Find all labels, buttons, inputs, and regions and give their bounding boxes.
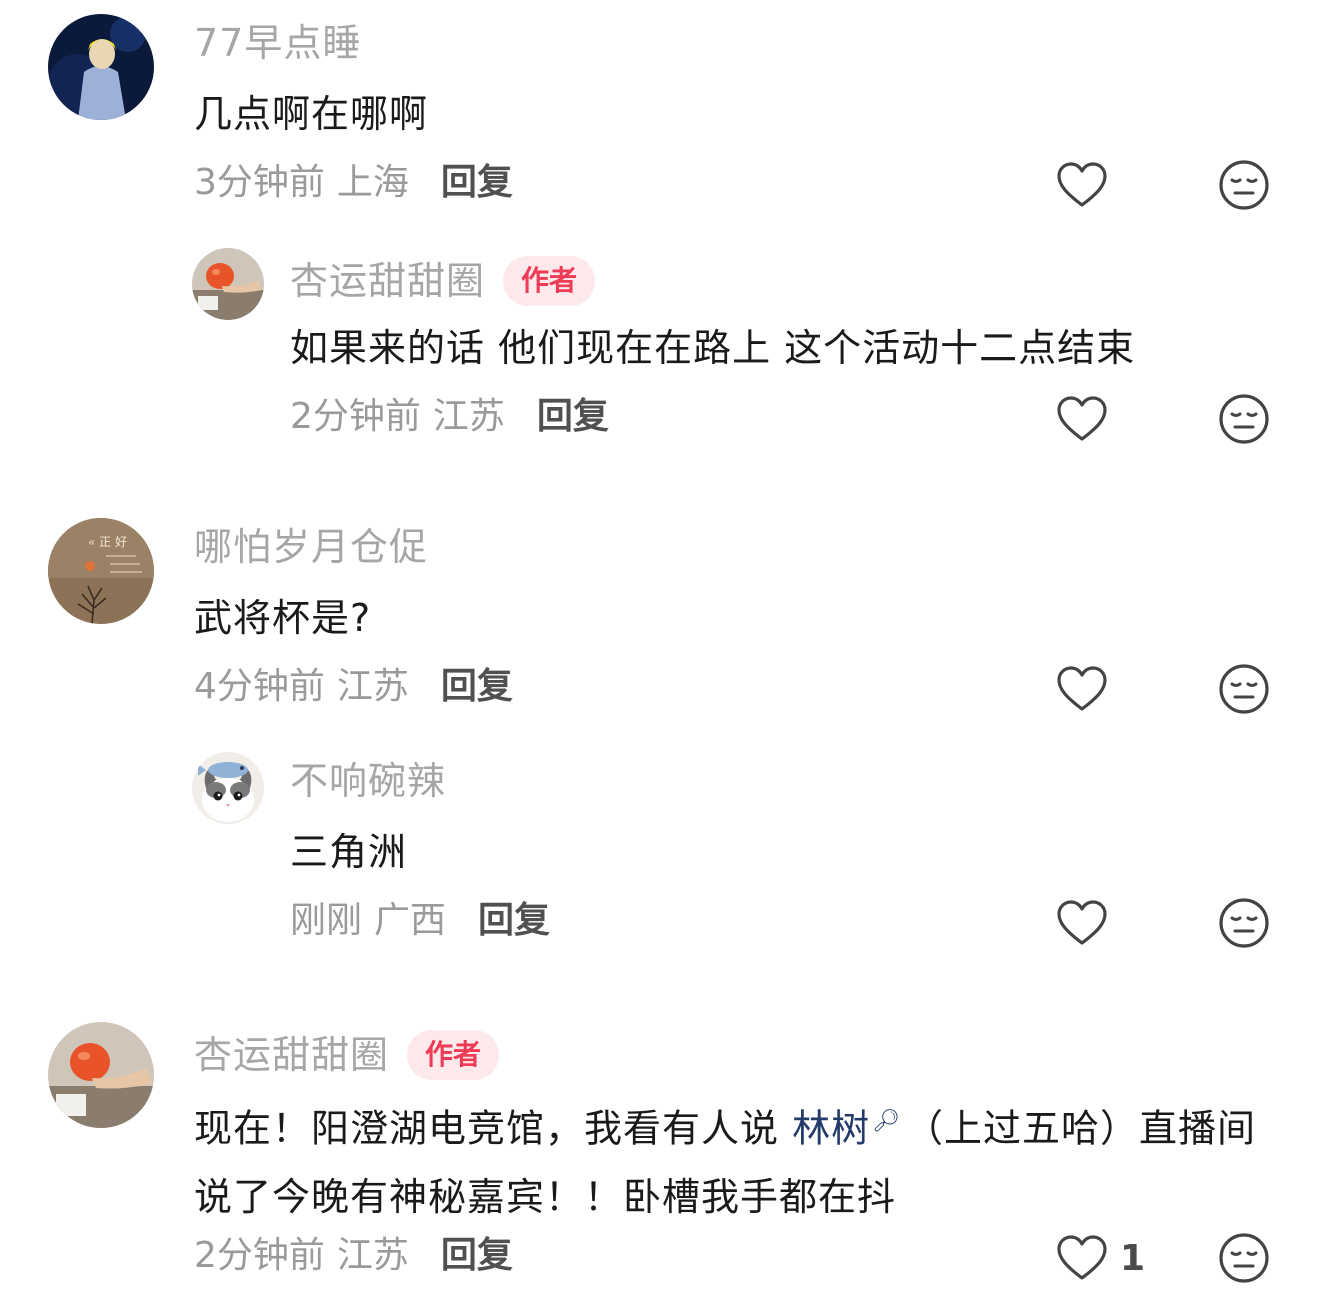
comment-text: 几点啊在哪啊 [194,80,1244,148]
region: 广西 [374,900,447,941]
like-button[interactable] [1056,161,1108,209]
svg-text:« 正 好: « 正 好 [88,535,127,549]
avatar[interactable] [48,1022,154,1128]
username-row: 杏运甜甜圈 作者 [290,256,596,306]
heart-icon [1057,1235,1107,1280]
comment-text: 现在！阳澄湖电竞馆，我看有人说 林树🔎︎ （上过五哈）直播间说了今晚有神秘嘉宾！！… [194,1088,1259,1231]
comment-text: 如果来的话 他们现在在路上 这个活动十二点结束 [290,314,1250,382]
region: 江苏 [336,666,409,707]
username[interactable]: 不响碗辣 [290,762,446,800]
comment-meta: 3分钟前 上海 回复 [194,165,513,201]
neutral-face-icon [1219,664,1269,714]
username-row: 77早点睡 [194,24,361,62]
reply-button[interactable]: 回复 [441,1238,513,1274]
search-icon[interactable]: 🔎︎ [872,1109,901,1134]
cat-with-fish-hat-avatar-icon [192,752,264,824]
like-button[interactable] [1056,395,1108,443]
heart-icon [1057,666,1107,711]
like-button[interactable] [1056,665,1108,713]
timestamp: 2分钟前 [290,396,421,437]
reply-button[interactable]: 回复 [441,669,513,705]
avatar[interactable]: « 正 好 [48,518,154,624]
dislike-button[interactable] [1218,1232,1270,1284]
heart-icon [1057,396,1107,441]
sunset-tree-avatar-icon: « 正 好 [48,518,154,624]
reply-button[interactable]: 回复 [441,165,513,201]
author-badge: 作者 [407,1030,500,1080]
comment-body: 如果来的话 他们现在在路上 这个活动十二点结束 [290,326,1136,370]
username-row: 不响碗辣 [290,762,446,800]
like-count: 1 [1120,1237,1146,1279]
neutral-face-icon [1219,1233,1269,1283]
like-button[interactable]: 1 [1056,1234,1145,1282]
username[interactable]: 杏运甜甜圈 [290,262,485,300]
orange-fruit-avatar-icon [48,1022,154,1128]
comment-body: 几点啊在哪啊 [194,92,429,136]
comment-meta: 2分钟前 江苏 回复 [194,1238,513,1274]
comment-meta: 刚刚 广西 回复 [290,903,550,939]
region: 江苏 [336,1235,409,1276]
comment-body-part1: 现在！阳澄湖电竞馆，我看有人说 [194,1106,793,1151]
author-badge: 作者 [503,256,596,306]
username-row: 哪怕岁月仓促 [194,528,428,566]
dislike-button[interactable] [1218,393,1270,445]
neutral-face-icon [1219,394,1269,444]
heart-icon [1057,900,1107,945]
heart-icon [1057,162,1107,207]
comment-body: 三角洲 [290,830,408,874]
timestamp: 刚刚 [290,900,363,941]
username[interactable]: 杏运甜甜圈 [194,1036,389,1074]
dislike-button[interactable] [1218,159,1270,211]
region: 江苏 [432,396,505,437]
neutral-face-icon [1219,160,1269,210]
comment-body: 武将杯是? [194,596,372,640]
dislike-button[interactable] [1218,663,1270,715]
avatar[interactable] [48,14,154,120]
comment-meta: 4分钟前 江苏 回复 [194,669,513,705]
dislike-button[interactable] [1218,897,1270,949]
comment-meta: 2分钟前 江苏 回复 [290,399,609,435]
avatar[interactable] [192,248,264,320]
avatar[interactable] [192,752,264,824]
mention-link[interactable]: 林树 [792,1107,870,1151]
comment-text: 武将杯是? [194,584,1244,652]
reply-button[interactable]: 回复 [537,399,609,435]
like-button[interactable] [1056,899,1108,947]
timestamp: 4分钟前 [194,666,325,707]
neutral-face-icon [1219,898,1269,948]
username[interactable]: 77早点睡 [194,24,361,62]
comment-text: 三角洲 [290,818,1250,886]
concert-person-avatar-icon [48,14,154,120]
username-row: 杏运甜甜圈 作者 [194,1030,500,1080]
username[interactable]: 哪怕岁月仓促 [194,528,428,566]
timestamp: 2分钟前 [194,1235,325,1276]
orange-fruit-avatar-icon [192,248,264,320]
timestamp: 3分钟前 [194,162,325,203]
reply-button[interactable]: 回复 [478,903,550,939]
region: 上海 [336,162,409,203]
